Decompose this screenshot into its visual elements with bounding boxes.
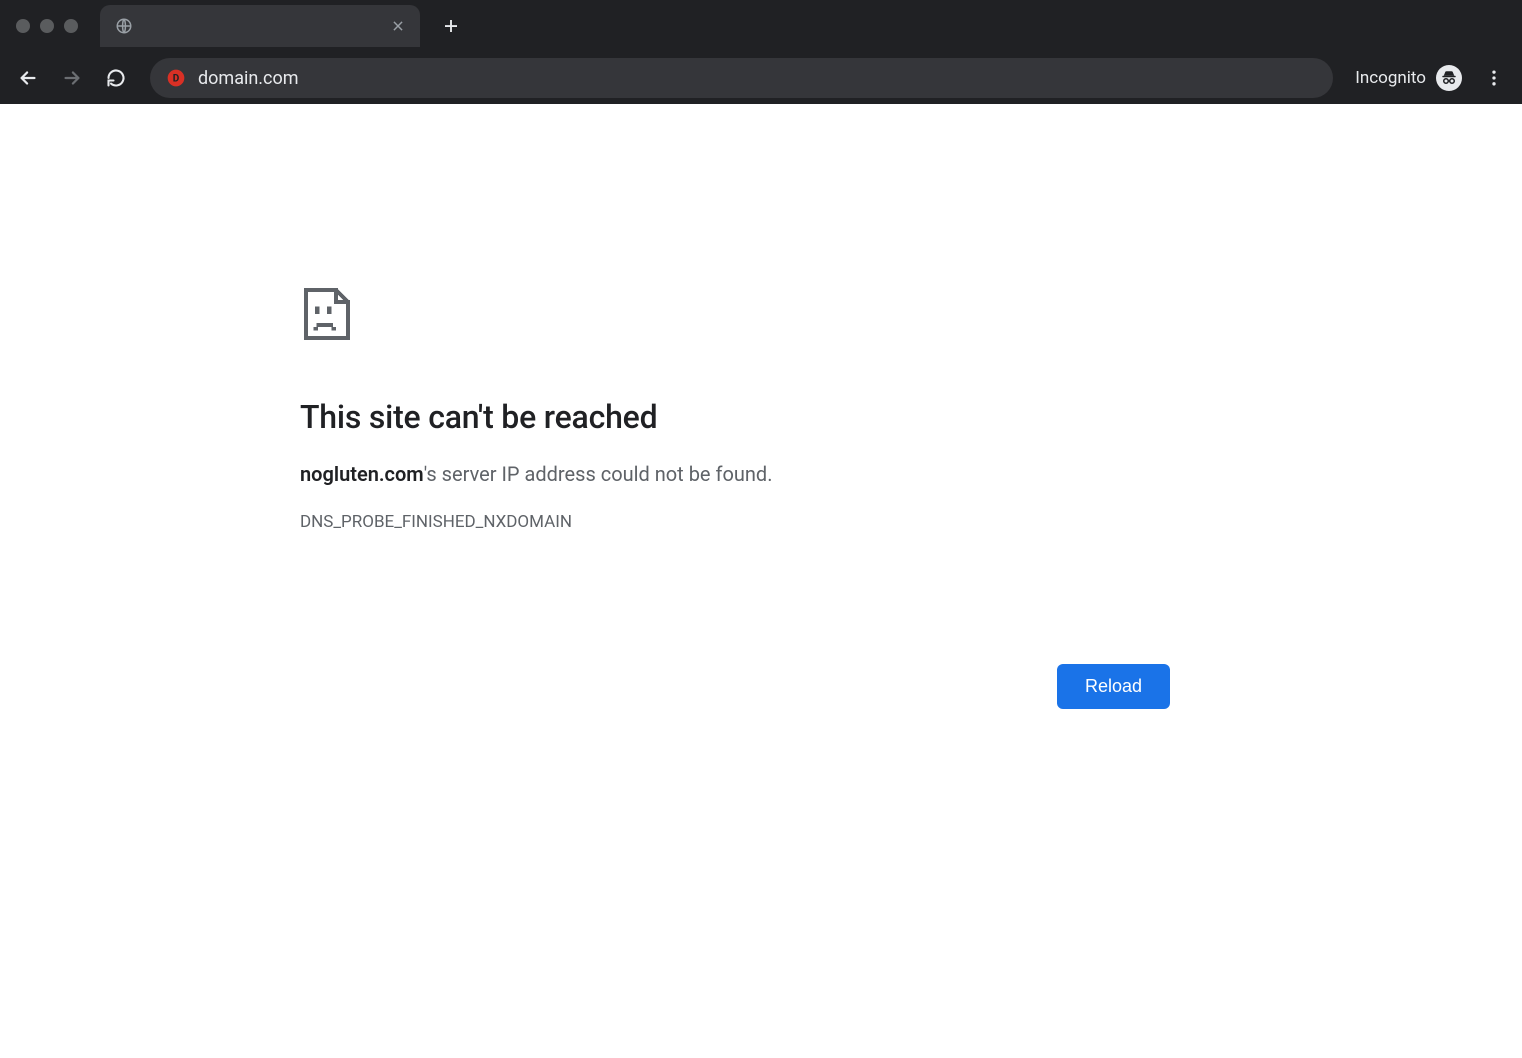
- globe-icon: [114, 16, 134, 36]
- reload-button[interactable]: Reload: [1057, 664, 1170, 709]
- window-close-dot[interactable]: [16, 19, 30, 33]
- error-message: nogluten.com's server IP address could n…: [300, 462, 1170, 486]
- incognito-icon: [1436, 65, 1462, 91]
- site-badge-icon: D: [166, 68, 186, 88]
- incognito-indicator: Incognito: [1349, 65, 1468, 91]
- error-message-suffix: 's server IP address could not be found.: [424, 462, 773, 486]
- address-bar[interactable]: D domain.com: [150, 58, 1333, 98]
- browser-tab[interactable]: [100, 5, 420, 47]
- forward-button[interactable]: [54, 60, 90, 96]
- sad-page-icon: [300, 284, 354, 344]
- kebab-menu-button[interactable]: [1476, 60, 1512, 96]
- svg-text:D: D: [173, 73, 180, 84]
- window-controls: [10, 19, 86, 33]
- reload-icon-button[interactable]: [98, 60, 134, 96]
- window-zoom-dot[interactable]: [64, 19, 78, 33]
- close-icon[interactable]: [390, 18, 406, 34]
- error-title: This site can't be reached: [300, 398, 1170, 436]
- tab-strip: [0, 0, 1522, 52]
- address-bar-text[interactable]: domain.com: [198, 68, 299, 89]
- toolbar: D domain.com Incognito: [0, 52, 1522, 104]
- error-box: This site can't be reached nogluten.com'…: [300, 284, 1170, 532]
- error-code: DNS_PROBE_FINISHED_NXDOMAIN: [300, 512, 1170, 532]
- browser-chrome: D domain.com Incognito: [0, 0, 1522, 104]
- new-tab-button[interactable]: [434, 9, 468, 43]
- back-button[interactable]: [10, 60, 46, 96]
- page-content: This site can't be reached nogluten.com'…: [0, 104, 1522, 1058]
- error-domain: nogluten.com: [300, 462, 424, 486]
- window-minimize-dot[interactable]: [40, 19, 54, 33]
- incognito-label: Incognito: [1355, 68, 1426, 88]
